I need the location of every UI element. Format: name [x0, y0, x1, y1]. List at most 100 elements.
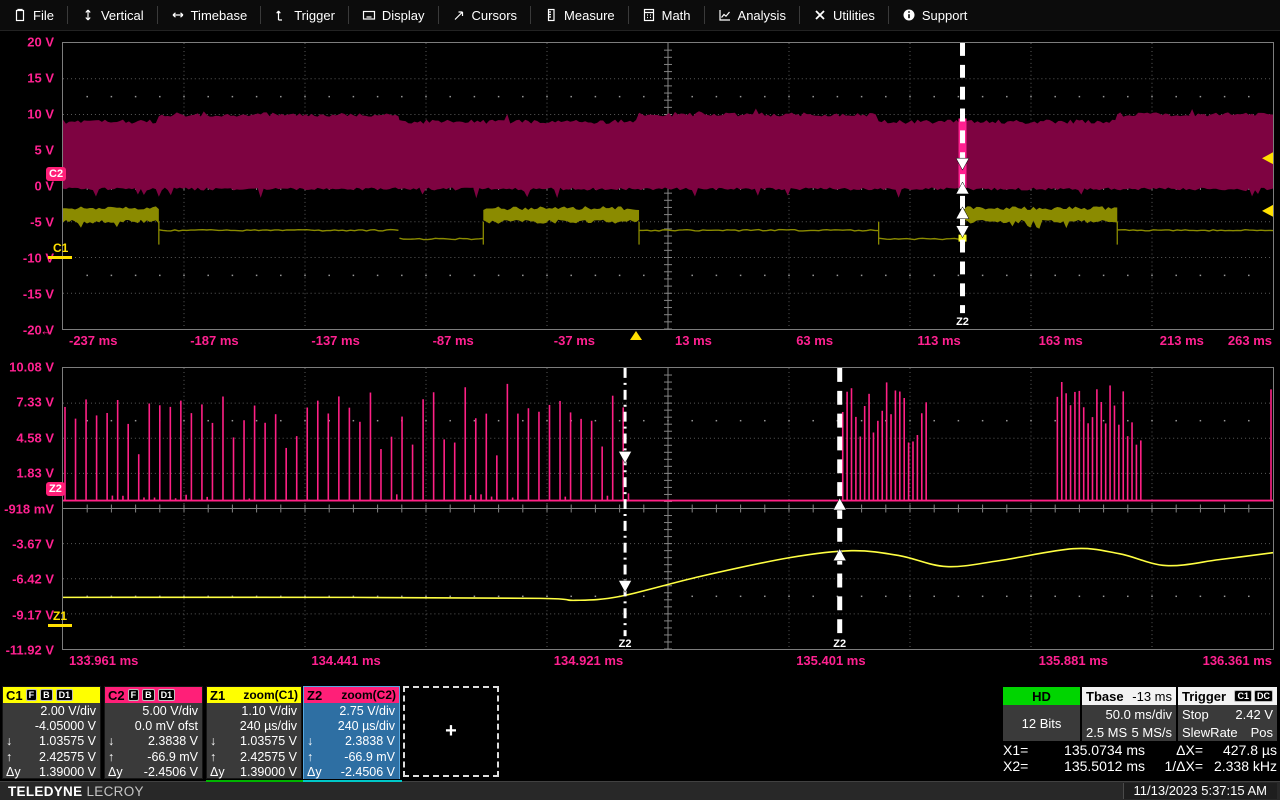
timebase-box[interactable]: Tbase -13 ms 50.0 ms/div 2.5 MS 5 MS/s: [1082, 687, 1176, 741]
grid1-y-axis: 20 V15 V10 V5 V0 V-5 V-10 V-15 V-20 V: [0, 42, 57, 330]
trigger-edge-icon: [274, 8, 288, 22]
hd-mode-box[interactable]: HD 12 Bits: [1003, 687, 1080, 741]
menu-item-utilities[interactable]: Utilities: [800, 0, 888, 30]
row-value: 1.03575 V: [240, 734, 297, 748]
zoom-graticule-canvas: Z2Z2: [63, 368, 1273, 649]
descriptor-row-line: ↓2.3838 V: [304, 734, 399, 749]
c1-waveform-band: [965, 206, 1118, 228]
timebase-header: Tbase -13 ms: [1082, 687, 1176, 705]
descriptor-underline-z1: [206, 780, 304, 782]
trigger-kind: SlewRate: [1182, 725, 1238, 740]
plus-icon: +: [445, 720, 457, 743]
tools-icon: [813, 8, 827, 22]
grid1-x-label: -187 ms: [190, 333, 238, 348]
descriptor-rows: 1.10 V/div240 µs/div↓1.03575 V↑2.42575 V…: [207, 703, 301, 779]
grid2-y-label: 10.08 V: [9, 360, 54, 375]
c1-waveform-band: [483, 206, 639, 224]
row-value: 5.00 V/div: [142, 704, 198, 718]
right-edge-marker-lower: [1262, 205, 1273, 217]
menu-item-label: Math: [662, 8, 691, 23]
cursor-readout-row-2: X2=135.5012 ms1/ΔX=2.338 kHz: [1003, 758, 1277, 774]
menu-item-math[interactable]: Math: [629, 0, 704, 30]
grid2-y-label: -918 mV: [4, 501, 54, 516]
trigger-source-badge: C1: [1234, 690, 1252, 702]
descriptor-c2[interactable]: C2FBD15.00 V/div0.0 mV ofst↓2.3838 V↑-66…: [104, 686, 203, 779]
grid1-x-label: 13 ms: [675, 333, 712, 348]
ruler-icon: [544, 8, 558, 22]
descriptor-z1[interactable]: Z1zoom(C1)1.10 V/div240 µs/div↓1.03575 V…: [206, 686, 302, 779]
descriptor-row-line: ↑-66.9 mV: [304, 749, 399, 764]
descriptor-underline-z2: [303, 780, 402, 782]
menu-item-file[interactable]: File: [0, 0, 67, 30]
menu-item-display[interactable]: Display: [349, 0, 438, 30]
descriptor-c2-header: C2FBD1: [105, 687, 202, 703]
grid2-x-label: 135.401 ms: [796, 653, 865, 668]
descriptor-row-line: 2.75 V/div: [304, 703, 399, 718]
c2-trace-badge[interactable]: C2: [46, 167, 66, 181]
descriptor-badge-f: F: [26, 689, 38, 701]
z2-trace-badge[interactable]: Z2: [46, 482, 65, 496]
menu-item-label: Display: [382, 8, 425, 23]
descriptor-rows: 5.00 V/div0.0 mV ofst↓2.3838 V↑-66.9 mVΔ…: [105, 703, 202, 779]
descriptor-row-line: Δy1.39000 V: [207, 764, 301, 779]
row-value: 2.75 V/div: [339, 704, 395, 718]
cursor-arrow-marker: [619, 451, 632, 463]
descriptor-badge-d1: D1: [158, 689, 176, 701]
main-graticule-canvas: Z2: [63, 43, 1273, 329]
trigger-level: 2.42 V: [1235, 707, 1273, 722]
descriptor-title: C1: [6, 688, 23, 703]
menu-item-timebase[interactable]: Timebase: [158, 0, 261, 30]
trigger-box[interactable]: Trigger C1 DC Stop 2.42 V SlewRate Pos: [1178, 687, 1277, 741]
main-graticule: Z2: [62, 42, 1274, 330]
cursor-readout-value: 427.8 µs: [1203, 742, 1277, 758]
row-value: 240 µs/div: [338, 719, 395, 733]
add-trace-button[interactable]: +: [403, 686, 499, 777]
cursor-readout-value: 2.338 kHz: [1203, 758, 1277, 774]
row-value: 2.3838 V: [148, 734, 198, 748]
z1-trace-badge[interactable]: Z1: [53, 609, 67, 623]
descriptor-row-line: ↓1.03575 V: [3, 734, 100, 749]
row-prefix: ↑: [6, 750, 12, 764]
menu-item-analysis[interactable]: Analysis: [705, 0, 799, 30]
descriptor-title: Z2: [307, 688, 322, 703]
timebase-samples: 2.5 MS: [1086, 725, 1127, 740]
menu-item-label: Support: [922, 8, 968, 23]
grid1-x-label: 63 ms: [796, 333, 833, 348]
trigger-time-marker[interactable]: [630, 331, 642, 340]
offscreen-left-indicator-grid1: ←: [40, 323, 53, 338]
grid2-y-label: 4.58 V: [16, 430, 54, 445]
menu-item-support[interactable]: Support: [889, 0, 981, 30]
c1-trace-badge[interactable]: C1: [53, 241, 68, 255]
descriptor-row-line: ↓ 1.03575 V: [207, 734, 301, 749]
trigger-mode-row: Stop 2.42 V: [1178, 705, 1277, 723]
hd-title: HD: [1032, 689, 1051, 704]
menu-item-measure[interactable]: Measure: [531, 0, 628, 30]
descriptor-c1[interactable]: C1FBD12.00 V/div-4.05000 V↓1.03575 V↑2.4…: [2, 686, 101, 779]
calculator-icon: [642, 8, 656, 22]
c1-waveform-line: [159, 230, 399, 231]
row-prefix: ↓: [210, 734, 216, 748]
c1-waveform-line: [879, 238, 963, 239]
c1-waveform-line: [1117, 230, 1273, 231]
cursor-readout-value: X1=: [1003, 742, 1039, 758]
menu-item-cursors[interactable]: Cursors: [439, 0, 531, 30]
grid2-x-label: 134.921 ms: [554, 653, 623, 668]
descriptor-row-line: 5.00 V/div: [105, 703, 202, 718]
file-icon: [13, 8, 27, 22]
x2-cursor-label: Z2: [833, 638, 846, 649]
menu-item-label: Analysis: [738, 8, 786, 23]
descriptor-row-line: -4.05000 V: [3, 718, 100, 733]
menu-item-trigger[interactable]: Trigger: [261, 0, 348, 30]
descriptor-badge-b: B: [142, 689, 155, 701]
descriptor-row-line: ↑2.42575 V: [3, 749, 100, 764]
descriptor-row-line: 240 µs/div: [304, 718, 399, 733]
descriptor-row-line: Δy-2.4506 V: [105, 764, 202, 779]
menu-item-vertical[interactable]: Vertical: [68, 0, 157, 30]
row-value: 2.3838 V: [345, 734, 395, 748]
datetime-display: 11/13/2023 5:37:15 AM: [1123, 783, 1277, 799]
row-prefix: ↑: [210, 750, 216, 764]
descriptor-z2[interactable]: Z2zoom(C2)2.75 V/div240 µs/div↓2.3838 V↑…: [303, 686, 400, 779]
grid1-x-axis: -237 ms-187 ms-137 ms-87 ms-37 ms13 ms63…: [62, 333, 1274, 349]
grid2-y-label: -9.17 V: [12, 607, 54, 622]
row-value: 1.39000 V: [240, 765, 297, 779]
